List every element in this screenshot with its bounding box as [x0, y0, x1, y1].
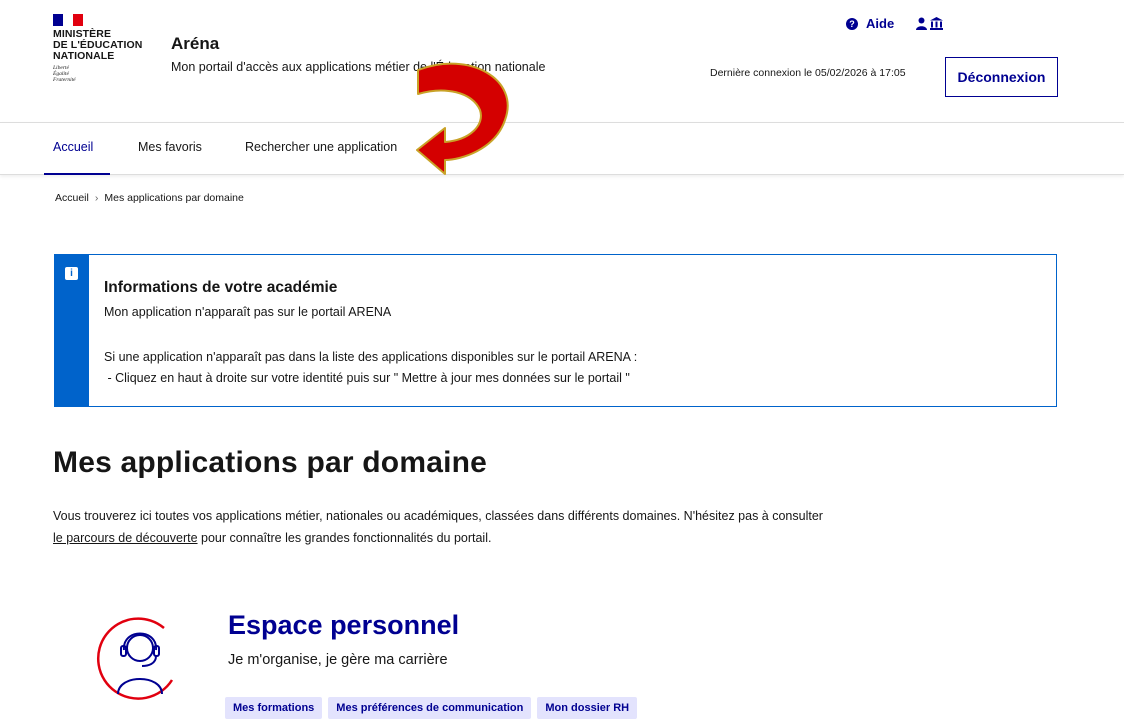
domain-title[interactable]: Espace personnel: [228, 610, 459, 641]
callout-title: Informations de votre académie: [104, 279, 338, 296]
last-login-text: Dernière connexion le 05/02/2026 à 17:05: [710, 67, 906, 79]
callout-line-2: Si une application n'apparaît pas dans l…: [104, 350, 638, 364]
intro-text: Vous trouverez ici toutes vos applicatio…: [53, 509, 823, 523]
domain-subtitle: Je m'organise, je gère ma carrière: [228, 652, 448, 668]
help-label: Aide: [866, 16, 895, 31]
service-block: Aréna Mon portail d'accès aux applicatio…: [171, 34, 545, 74]
ministry-name: MINISTÈRE DE L'ÉDUCATION NATIONALE: [53, 28, 143, 62]
republic-motto: Liberté Égalité Fraternité: [53, 65, 76, 83]
logout-button[interactable]: Déconnexion: [945, 57, 1058, 97]
tag-preferences-communication[interactable]: Mes préférences de communication: [328, 697, 532, 719]
service-title[interactable]: Aréna: [171, 34, 545, 54]
discovery-link[interactable]: le parcours de découverte: [53, 531, 198, 545]
nav-item-rechercher[interactable]: Rechercher une application: [245, 140, 397, 154]
institution-icon: [930, 17, 944, 30]
nav-item-accueil[interactable]: Accueil: [53, 140, 93, 154]
chevron-right-icon: ›: [94, 192, 99, 204]
callout-line-1: Mon application n'apparaît pas sur le po…: [104, 305, 392, 319]
person-headset-icon: [97, 617, 174, 700]
breadcrumb-current: Mes applications par domaine: [104, 192, 244, 204]
user-menu-button[interactable]: [916, 17, 944, 30]
intro-end: pour connaître les grandes fonctionnalit…: [197, 531, 492, 545]
user-icon: [916, 17, 928, 30]
help-link[interactable]: ? Aide: [846, 16, 894, 31]
intro-paragraph: Vous trouverez ici toutes vos applicatio…: [53, 505, 1053, 549]
ministry-logo[interactable]: MINISTÈRE DE L'ÉDUCATION NATIONALE Liber…: [53, 14, 149, 83]
callout-bar: i: [55, 255, 89, 406]
main-navigation: Accueil Mes favoris Rechercher une appli…: [0, 122, 1124, 175]
nav-item-favoris[interactable]: Mes favoris: [138, 140, 202, 154]
academy-info-callout: i Informations de votre académie Mon app…: [54, 254, 1057, 407]
tag-mes-formations[interactable]: Mes formations: [225, 697, 323, 719]
breadcrumb: Accueil › Mes applications par domaine: [55, 192, 244, 204]
domain-tags: Mes formations Mes préférences de commun…: [225, 697, 638, 719]
nav-active-indicator: [44, 173, 110, 175]
info-icon: i: [65, 267, 78, 280]
header-tools: ? Aide: [846, 16, 944, 31]
breadcrumb-home[interactable]: Accueil: [55, 192, 89, 204]
tag-dossier-rh[interactable]: Mon dossier RH: [537, 697, 638, 719]
question-circle-icon: ?: [846, 17, 858, 30]
page-title: Mes applications par domaine: [53, 446, 488, 479]
callout-line-3: - Cliquez en haut à droite sur votre ide…: [104, 371, 630, 385]
site-header: MINISTÈRE DE L'ÉDUCATION NATIONALE Liber…: [0, 0, 1124, 122]
flag-icon: [53, 14, 83, 26]
service-tagline: Mon portail d'accès aux applications mét…: [171, 60, 546, 74]
